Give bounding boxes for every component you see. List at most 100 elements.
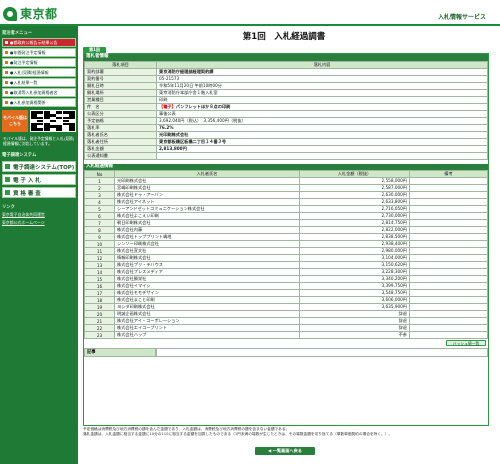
info-row: 件 名【電子】パンフレットほか８点の印刷: [84, 102, 488, 111]
page-title: 第1回 入札経過調書: [242, 32, 326, 42]
info-row: 公表通知書: [84, 151, 488, 160]
bid-note: [409, 233, 488, 241]
tokyo-logo[interactable]: 東京都: [3, 5, 58, 22]
sidebar-link[interactable]: 東京電子自治体共同運営: [0, 211, 78, 219]
bid-note: [409, 205, 488, 213]
bid-amount: 3,228,300円: [299, 268, 410, 276]
sidebar-item[interactable]: ●都政府公報告示結果公告: [2, 38, 76, 47]
table-row: 12 情報印刷株式会社 3,104,000円: [84, 254, 488, 262]
system-button[interactable]: 資 格 審 査: [2, 187, 76, 199]
table-row: 23 株式会社ハップ 不参: [84, 331, 488, 339]
bid-no: 16: [84, 282, 115, 290]
info-value: 東京都板橋区板橋二丁目１４番３号: [156, 137, 488, 146]
col-header-no: No: [84, 170, 115, 178]
bid-note: [409, 177, 488, 185]
sidebar-item-label: ●取消等入札参加資格者名: [10, 89, 58, 95]
bid-amount: 2,938,400円: [299, 240, 410, 248]
info-label: 契約部署: [84, 67, 157, 76]
info-value-text: 76.2%: [159, 125, 174, 130]
col-header-item: 落札項目: [84, 60, 157, 69]
table-row: 19 ヨシダ印刷株式会社 3,635,900円: [84, 303, 488, 311]
info-row: 公表区分 事後公表: [84, 109, 488, 118]
bidder-name: 株式会社プリ・テハウス: [114, 261, 300, 269]
bid-no: 10: [84, 240, 115, 248]
bid-note: [409, 212, 488, 220]
bid-no: 12: [84, 254, 115, 262]
table-row: 17 株式会社モモデザイン 3,548,750円: [84, 289, 488, 297]
info-value-text: 令和5年11月20日 午前10時00分: [159, 82, 222, 88]
bidder-name: 株式会社内藤: [114, 226, 300, 234]
bid-amount: 3,340,200円: [299, 275, 410, 283]
info-label: 開札場所: [84, 88, 157, 97]
system-button-label: 電 子 入 札: [13, 177, 41, 184]
bid-amount: 辞退: [299, 310, 410, 318]
system-button[interactable]: 電 子 入 札: [2, 174, 76, 186]
info-value-text: 05-21573: [159, 76, 180, 81]
back-to-list-button[interactable]: ◀ 一覧画面へ戻る: [255, 447, 315, 455]
info-value: 令和5年11月20日 午前10時00分: [156, 81, 488, 90]
sidebar-item[interactable]: ●入札結果一覧: [2, 78, 76, 87]
info-value-text: 3,692,040円（税込） 3,356,400円（税抜）: [159, 117, 246, 123]
sidebar-item-label: ●都政府公報告示結果公告: [10, 39, 58, 45]
info-value: 05-21573: [156, 74, 488, 83]
bid-no: 17: [84, 289, 115, 297]
bids-table: No 入札者氏名 入札金額（税抜） 備考 1 光印刷株式会社 2,558,000円 2…: [84, 170, 488, 339]
bidder-name: 株式会社イマイシ: [114, 282, 300, 290]
hash-list-button[interactable]: ハッシュ値一覧: [446, 340, 486, 346]
bid-no: 18: [84, 296, 115, 304]
sidebar-link[interactable]: 東京都公式ホームページ: [0, 219, 78, 227]
sidebar-item[interactable]: ●入札(見積)経過情報: [2, 68, 76, 77]
bid-amount: 2,980,000円: [299, 247, 410, 255]
sidebar-item-label: ●入札(見積)経過情報: [10, 69, 49, 75]
square-icon: [5, 190, 10, 196]
sidebar-item[interactable]: ●取消等入札参加資格者名: [2, 88, 76, 97]
bid-amount: 3,635,900円: [299, 303, 410, 311]
bid-no: 14: [84, 268, 115, 276]
info-value: 3,692,040円（税込） 3,356,400円（税抜）: [156, 116, 488, 125]
electronic-tag: 【電子】: [159, 103, 176, 109]
info-label: 開札日時: [84, 81, 157, 90]
bid-no: 9: [84, 233, 115, 241]
table-row: 11 株式会社宣文社 2,980,000円: [84, 247, 488, 255]
table-row: 7 朝日印刷株式会社 2,814,750円: [84, 219, 488, 227]
bid-amount: 2,814,750円: [299, 219, 410, 227]
main-content: 第1回 入札経過調書 第1回 落札者情報 落札項目 落札内容 契約部署 東京消防庁…: [80, 26, 500, 464]
info-row: 落札者住所 東京都板橋区板橋二丁目１４番３号: [84, 137, 488, 146]
bid-no: 5: [84, 205, 115, 213]
bid-amount: 2,838,500円: [299, 233, 410, 241]
bidder-name: 朝日印刷株式会社: [114, 219, 300, 227]
bidder-name: 明誠企画株式会社: [114, 310, 300, 318]
bullet-icon: [5, 71, 8, 74]
table-row: 1 光印刷株式会社 2,558,000円: [84, 177, 488, 185]
bid-note: [409, 240, 488, 248]
info-value-text: 印刷: [159, 96, 168, 102]
table-row: 10 シンソー印刷株式会社 2,938,400円: [84, 240, 488, 248]
info-value-text: 東京消防庁経理部経理契約課: [159, 68, 214, 74]
footnote-line-2: 落札金額は、入札金額に相当する金額に10分の110に相当する金額を加算したもので…: [83, 432, 393, 437]
info-label: 契約番号: [84, 74, 157, 83]
mobile-version-link[interactable]: モバイル版はこちら: [2, 110, 28, 132]
sidebar-item[interactable]: ●入札参加資格関係: [2, 98, 76, 107]
sidebar: 発注者メニュー ●都政府公報告示結果公告 ●年間発注予定情報 ●発注予定情報 ●入札(…: [0, 26, 78, 464]
bidder-name: 株式会社トッププリント嶋地: [114, 233, 300, 241]
service-name: 入札情報サービス: [437, 14, 486, 21]
footnote: 予定価格は消費税及び地方消費税の額を含んだ金額であり、入札金額は、消費税及び地方…: [83, 427, 489, 438]
bid-amount: 辞退: [299, 317, 410, 325]
bidder-name: 光印刷株式会社: [114, 177, 300, 185]
info-value: 76.2%: [156, 123, 488, 132]
sidebar-links-heading: リンク: [2, 205, 15, 211]
bid-no: 20: [84, 310, 115, 318]
sidebar-item[interactable]: ●発注予定情報: [2, 58, 76, 67]
system-button[interactable]: 電子調達システム(TOP): [2, 161, 76, 173]
bullet-icon: [5, 51, 8, 54]
bidder-name: ヨシダ印刷株式会社: [114, 303, 300, 311]
remarks-row: 記事: [84, 348, 488, 357]
bid-no: 6: [84, 212, 115, 220]
bid-amount: 辞退: [299, 324, 410, 332]
sidebar-item-label: ●入札結果一覧: [10, 79, 38, 85]
sidebar-item[interactable]: ●年間発注予定情報: [2, 48, 76, 57]
bid-note: [409, 268, 488, 276]
table-row: 21 株式会社アイ・コーポレーション 辞退: [84, 317, 488, 325]
bid-note: [409, 184, 488, 192]
bid-amount: 3,548,750円: [299, 289, 410, 297]
